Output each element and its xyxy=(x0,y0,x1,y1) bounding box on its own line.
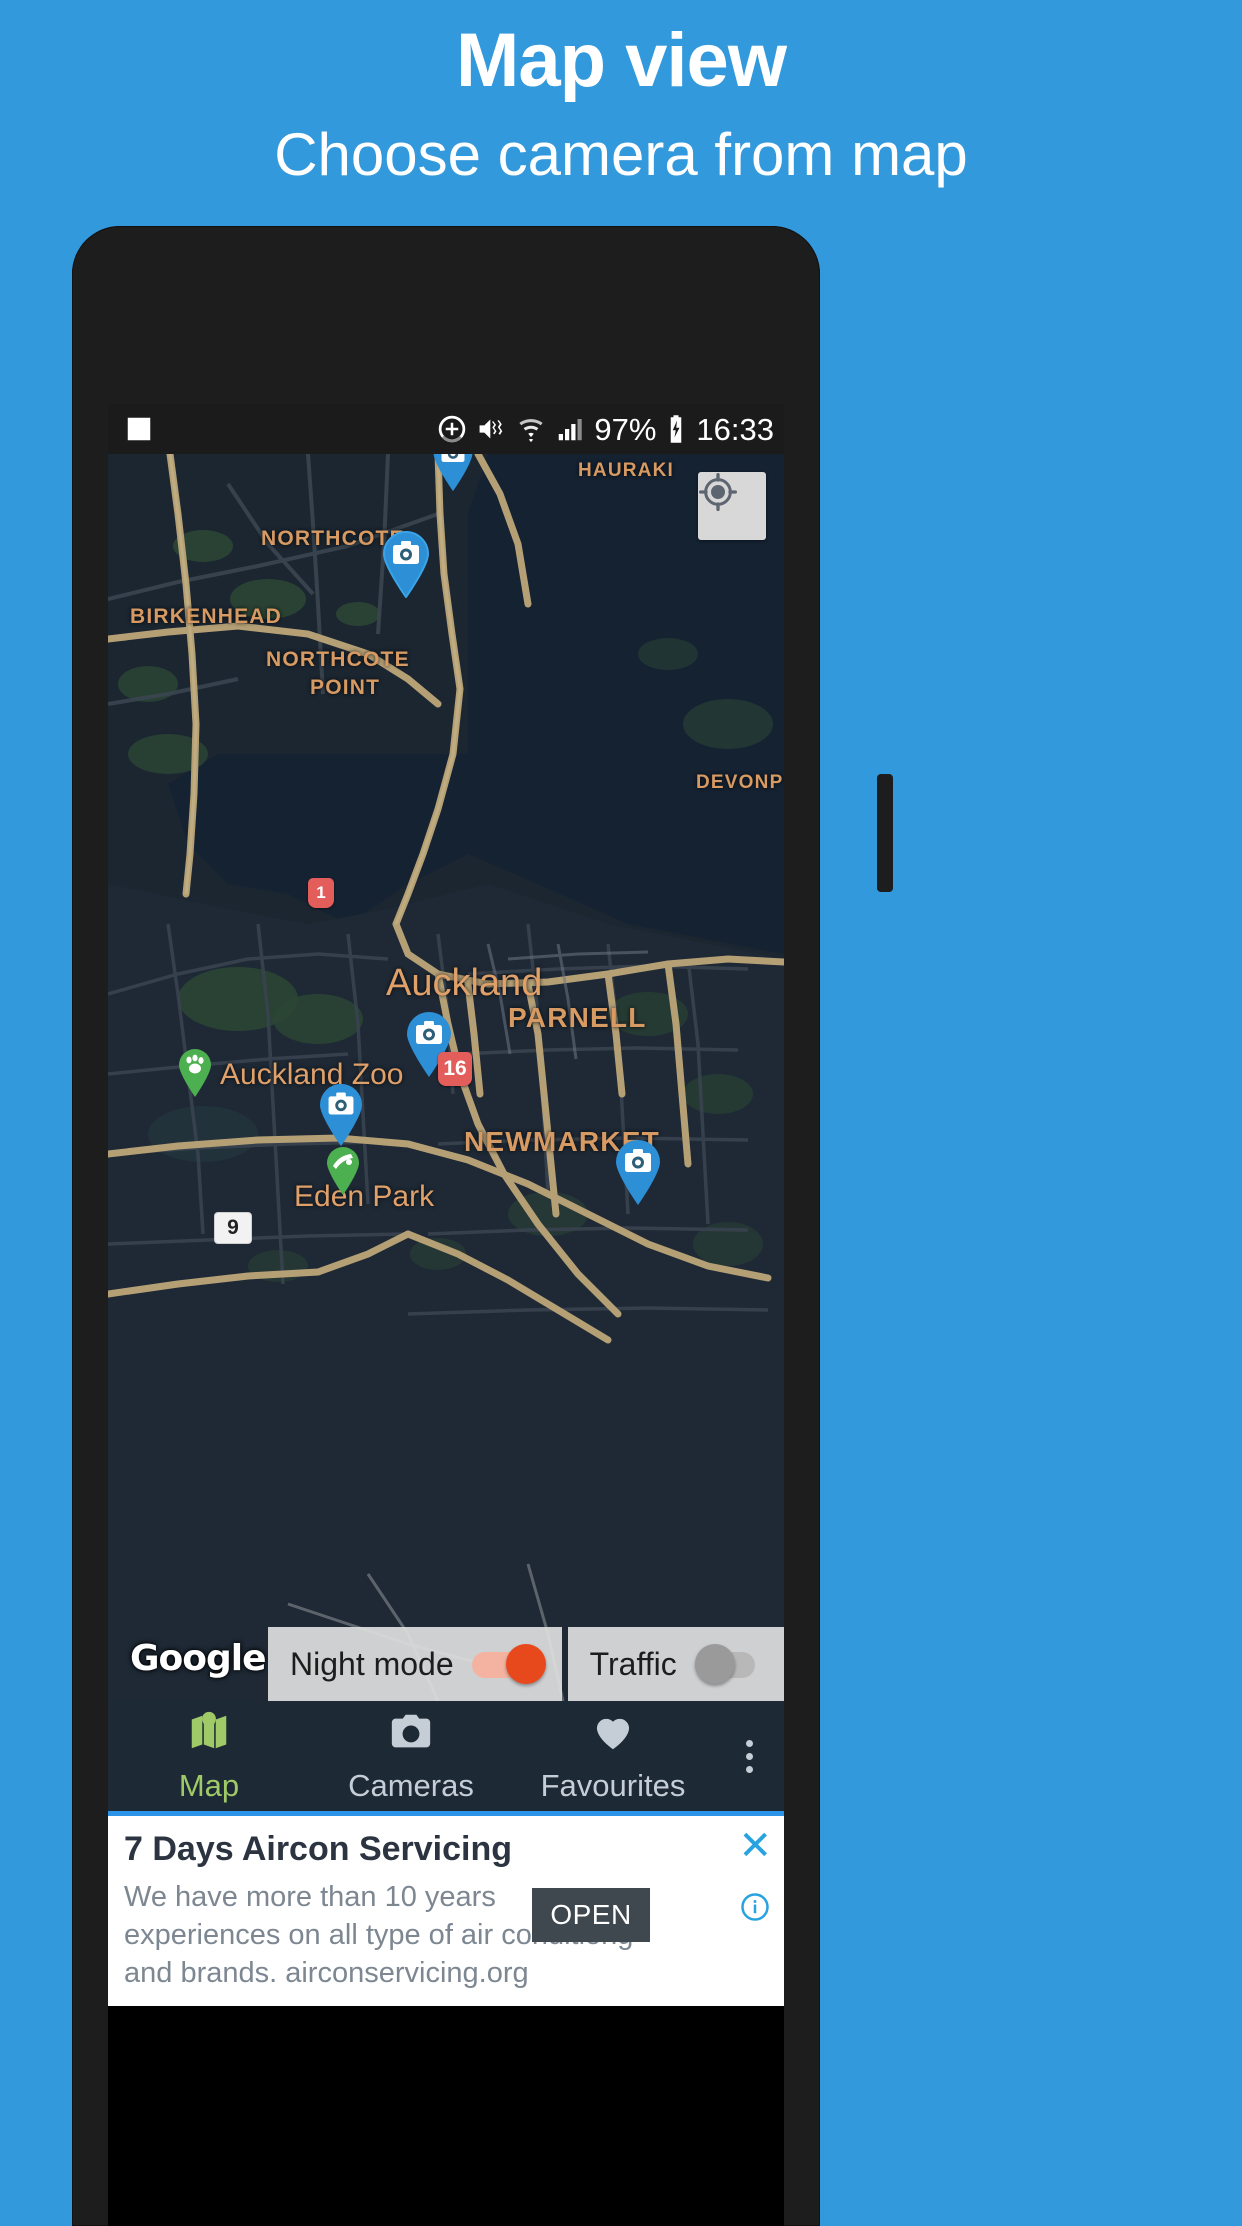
nav-item-map[interactable]: Map xyxy=(108,1709,310,1804)
add-circle-icon xyxy=(437,414,467,444)
google-attribution: Google xyxy=(130,1638,267,1679)
promo-header: Map view Choose camera from map xyxy=(0,0,1242,188)
nav-label-favourites: Favourites xyxy=(540,1767,686,1803)
map-place-label: Auckland xyxy=(386,962,543,1004)
ad-title: 7 Days Aircon Servicing xyxy=(124,1830,513,1868)
road-shield: 1 xyxy=(308,878,334,908)
traffic-toggle[interactable]: Traffic xyxy=(567,1627,784,1701)
dot xyxy=(745,1739,753,1747)
nav-item-favourites[interactable]: Favourites xyxy=(512,1709,714,1804)
stadium-marker[interactable] xyxy=(324,1146,362,1196)
map-area-label: BIRKENHEAD xyxy=(130,605,283,628)
camera-marker[interactable] xyxy=(612,1138,664,1206)
night-mode-label: Night mode xyxy=(290,1645,454,1682)
nav-item-cameras[interactable]: Cameras xyxy=(310,1709,512,1804)
switch-thumb xyxy=(505,1644,546,1684)
close-icon[interactable]: ✕ xyxy=(738,1826,772,1866)
road-shield: 9 xyxy=(214,1212,252,1244)
nav-label-map: Map xyxy=(178,1767,240,1803)
clock: 16:33 xyxy=(696,411,774,447)
volume-mute-vibrate-icon xyxy=(476,414,507,444)
promo-title: Map view xyxy=(456,18,787,103)
night-mode-switch[interactable] xyxy=(471,1644,546,1684)
traffic-label: Traffic xyxy=(589,1645,677,1682)
map-area-label: POINT xyxy=(310,676,381,699)
status-bar-right: 97% 16:33 xyxy=(437,414,774,445)
zoo-paw-marker[interactable] xyxy=(176,1048,214,1098)
info-icon[interactable] xyxy=(740,1892,770,1927)
status-bar: 97% 16:33 xyxy=(108,404,784,454)
camera-marker[interactable] xyxy=(380,530,432,598)
map-icon xyxy=(186,1709,232,1760)
night-mode-toggle[interactable]: Night mode xyxy=(268,1627,562,1701)
map-area-label: PARNELL xyxy=(508,1002,647,1033)
power-button[interactable] xyxy=(877,774,893,892)
camera-icon xyxy=(388,1709,434,1760)
camera-marker[interactable] xyxy=(430,454,476,492)
cellular-signal-icon xyxy=(555,414,585,444)
camera-marker[interactable] xyxy=(316,1082,368,1150)
map-view[interactable]: HAURAKI NORTHCOTE BIRKENHEAD NORTHCOTE P… xyxy=(108,454,784,1701)
image-icon xyxy=(124,414,154,444)
dot xyxy=(745,1765,753,1773)
promo-subtitle: Choose camera from map xyxy=(274,121,968,188)
road-shield: 16 xyxy=(438,1052,472,1086)
switch-thumb xyxy=(694,1644,735,1684)
overflow-menu-button[interactable] xyxy=(714,1737,784,1776)
battery-percent: 97% xyxy=(594,411,657,447)
map-poi-label: Eden Park xyxy=(294,1180,435,1213)
ad-banner[interactable]: 7 Days Aircon Servicing We have more tha… xyxy=(108,1811,784,2006)
map-area-label: NORTHCOTE xyxy=(266,648,410,671)
map-poi-label: Auckland Zoo xyxy=(220,1058,404,1091)
nav-label-cameras: Cameras xyxy=(348,1767,474,1803)
map-area-label: HAURAKI xyxy=(578,460,675,481)
phone-mockup: 97% 16:33 HAURAKI NORTHCOTE BIRKENHEAD N… xyxy=(72,226,893,2226)
traffic-switch[interactable] xyxy=(694,1644,769,1684)
map-area-label: DEVONP xyxy=(696,772,784,793)
more-vert-icon xyxy=(745,1737,753,1776)
map-toggles: Night mode Traffic xyxy=(268,1627,784,1701)
wifi-icon xyxy=(516,414,546,444)
status-bar-left xyxy=(124,414,154,444)
battery-charging-icon xyxy=(665,414,687,444)
heart-icon xyxy=(590,1709,636,1760)
phone-screen: 97% 16:33 HAURAKI NORTHCOTE BIRKENHEAD N… xyxy=(108,404,784,2226)
ad-open-button[interactable]: OPEN xyxy=(532,1888,650,1942)
my-location-button[interactable] xyxy=(698,472,766,540)
bottom-navigation: Map Cameras Favourites xyxy=(108,1701,784,1811)
dot xyxy=(745,1752,753,1760)
